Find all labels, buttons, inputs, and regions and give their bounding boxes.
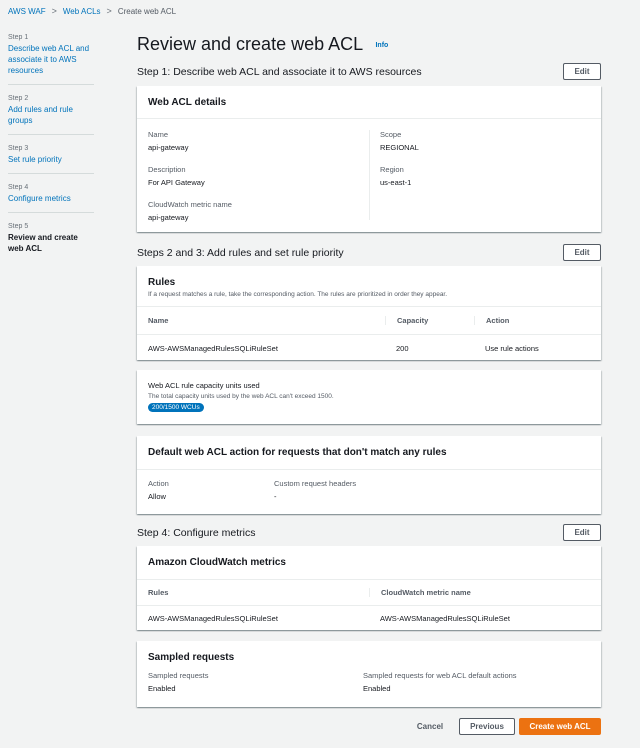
column-header-rules: Rules — [148, 588, 169, 597]
step-link-metrics[interactable]: Configure metrics — [8, 193, 94, 204]
step1-title: Step 1: Describe web ACL and associate i… — [137, 65, 422, 78]
breadcrumb-current: Create web ACL — [117, 6, 177, 16]
action-label: Action — [148, 479, 169, 488]
wcu-title: Web ACL rule capacity units used — [148, 381, 260, 390]
metrics-table-header: Rules CloudWatch metric name — [137, 580, 601, 605]
create-web-acl-button[interactable]: Create web ACL — [519, 718, 601, 735]
region-value: us-east-1 — [380, 178, 412, 187]
wizard-step-3: Step 3 Set rule priority — [8, 143, 94, 174]
step1-edit-button[interactable]: Edit — [563, 63, 601, 80]
step-number: Step 3 — [8, 145, 29, 152]
sampled-requests-value: Enabled — [148, 684, 176, 693]
chevron-right-icon: > — [106, 6, 112, 16]
card-title: Amazon CloudWatch metrics — [148, 557, 286, 568]
name-value: api-gateway — [148, 143, 189, 152]
wcu-card: Web ACL rule capacity units used The tot… — [137, 370, 601, 424]
breadcrumb-aws-waf[interactable]: AWS WAF — [8, 7, 46, 16]
table-row: AWS-AWSManagedRulesSQLiRuleSet AWS-AWSMa… — [137, 606, 601, 630]
step-number: Step 1 — [8, 34, 29, 41]
cancel-button[interactable]: Cancel — [417, 718, 443, 735]
rules-table-header: Name Capacity Action — [137, 307, 601, 334]
sampled-default-label: Sampled requests for web ACL default act… — [363, 671, 517, 680]
wizard-footer: Cancel Previous Create web ACL — [137, 718, 601, 736]
rules-card-header: Rules If a request matches a rule, take … — [137, 266, 601, 306]
card-title: Default web ACL action for requests that… — [148, 447, 447, 458]
column-header-metric-name: CloudWatch metric name — [369, 588, 601, 597]
card-description: If a request matches a rule, take the co… — [148, 291, 448, 298]
description-value: For API Gateway — [148, 178, 205, 187]
step-number: Step 5 — [8, 223, 29, 230]
sampled-requests-card: Sampled requests Sampled requests Enable… — [137, 641, 601, 707]
card-title: Web ACL details — [148, 97, 227, 108]
step4-title: Step 4: Configure metrics — [137, 526, 256, 539]
metric-rule-cell: AWS-AWSManagedRulesSQLiRuleSet — [148, 613, 278, 623]
step-link-add-rules[interactable]: Add rules and rule groups — [8, 104, 94, 126]
page-title: Review and create web ACL Info — [137, 34, 388, 55]
region-label: Region — [380, 165, 404, 174]
sampled-default-value: Enabled — [363, 684, 391, 693]
custom-headers-value: - — [274, 492, 277, 501]
column-header-action: Action — [474, 316, 601, 325]
column-header-capacity: Capacity — [385, 316, 474, 325]
step4-header: Step 4: Configure metrics Edit — [137, 524, 601, 541]
scope-value: REGIONAL — [380, 143, 419, 152]
info-link[interactable]: Info — [375, 42, 388, 49]
step-link-describe[interactable]: Describe web ACL and associate it to AWS… — [8, 43, 94, 76]
cloudwatch-metrics-card: Amazon CloudWatch metrics Rules CloudWat… — [137, 546, 601, 630]
step4-edit-button[interactable]: Edit — [563, 524, 601, 541]
step1-header: Step 1: Describe web ACL and associate i… — [137, 63, 601, 80]
wcu-badge: 200/1500 WCUs — [148, 403, 204, 412]
custom-headers-label: Custom request headers — [274, 479, 357, 488]
description-label: Description — [148, 165, 186, 174]
sampled-requests-label: Sampled requests — [148, 671, 209, 680]
step-current-review: Review and create web ACL — [8, 233, 78, 253]
breadcrumb: AWS WAF > Web ACLs > Create web ACL — [0, 0, 640, 22]
wizard-step-1: Step 1 Describe web ACL and associate it… — [8, 32, 94, 85]
previous-button[interactable]: Previous — [459, 718, 515, 735]
step23-edit-button[interactable]: Edit — [563, 244, 601, 261]
rule-capacity-cell: 200 — [396, 343, 409, 353]
wizard-step-4: Step 4 Configure metrics — [8, 182, 94, 213]
step-number: Step 4 — [8, 184, 29, 191]
metric-name-cell: AWS-AWSManagedRulesSQLiRuleSet — [380, 613, 510, 623]
card-title: Rules — [148, 277, 176, 288]
wizard-step-5: Step 5 Review and create web ACL — [8, 221, 94, 262]
chevron-right-icon: > — [51, 6, 57, 16]
wcu-description: The total capacity units used by the web… — [148, 393, 334, 400]
page-title-text: Review and create web ACL — [137, 34, 363, 54]
scope-label: Scope — [380, 130, 402, 139]
step-link-priority[interactable]: Set rule priority — [8, 154, 94, 165]
metric-name-value: api-gateway — [148, 213, 189, 222]
name-label: Name — [148, 130, 169, 139]
rule-name-cell: AWS-AWSManagedRulesSQLiRuleSet — [148, 343, 278, 353]
table-row: AWS-AWSManagedRulesSQLiRuleSet 200 Use r… — [137, 335, 601, 361]
wizard-step-2: Step 2 Add rules and rule groups — [8, 93, 94, 135]
web-acl-details-card: Web ACL details Name api-gateway Descrip… — [137, 86, 601, 232]
step23-title: Steps 2 and 3: Add rules and set rule pr… — [137, 246, 344, 259]
rule-action-cell: Use rule actions — [485, 343, 539, 353]
default-action-card: Default web ACL action for requests that… — [137, 436, 601, 514]
rules-card: Rules If a request matches a rule, take … — [137, 266, 601, 360]
step23-header: Steps 2 and 3: Add rules and set rule pr… — [137, 244, 601, 261]
step-number: Step 2 — [8, 95, 29, 102]
card-title: Sampled requests — [148, 652, 235, 663]
metric-name-label: CloudWatch metric name — [148, 200, 232, 209]
breadcrumb-web-acls[interactable]: Web ACLs — [63, 7, 101, 16]
action-value: Allow — [148, 492, 166, 501]
wizard-steps: Step 1 Describe web ACL and associate it… — [8, 32, 94, 270]
column-header-name: Name — [148, 316, 169, 325]
